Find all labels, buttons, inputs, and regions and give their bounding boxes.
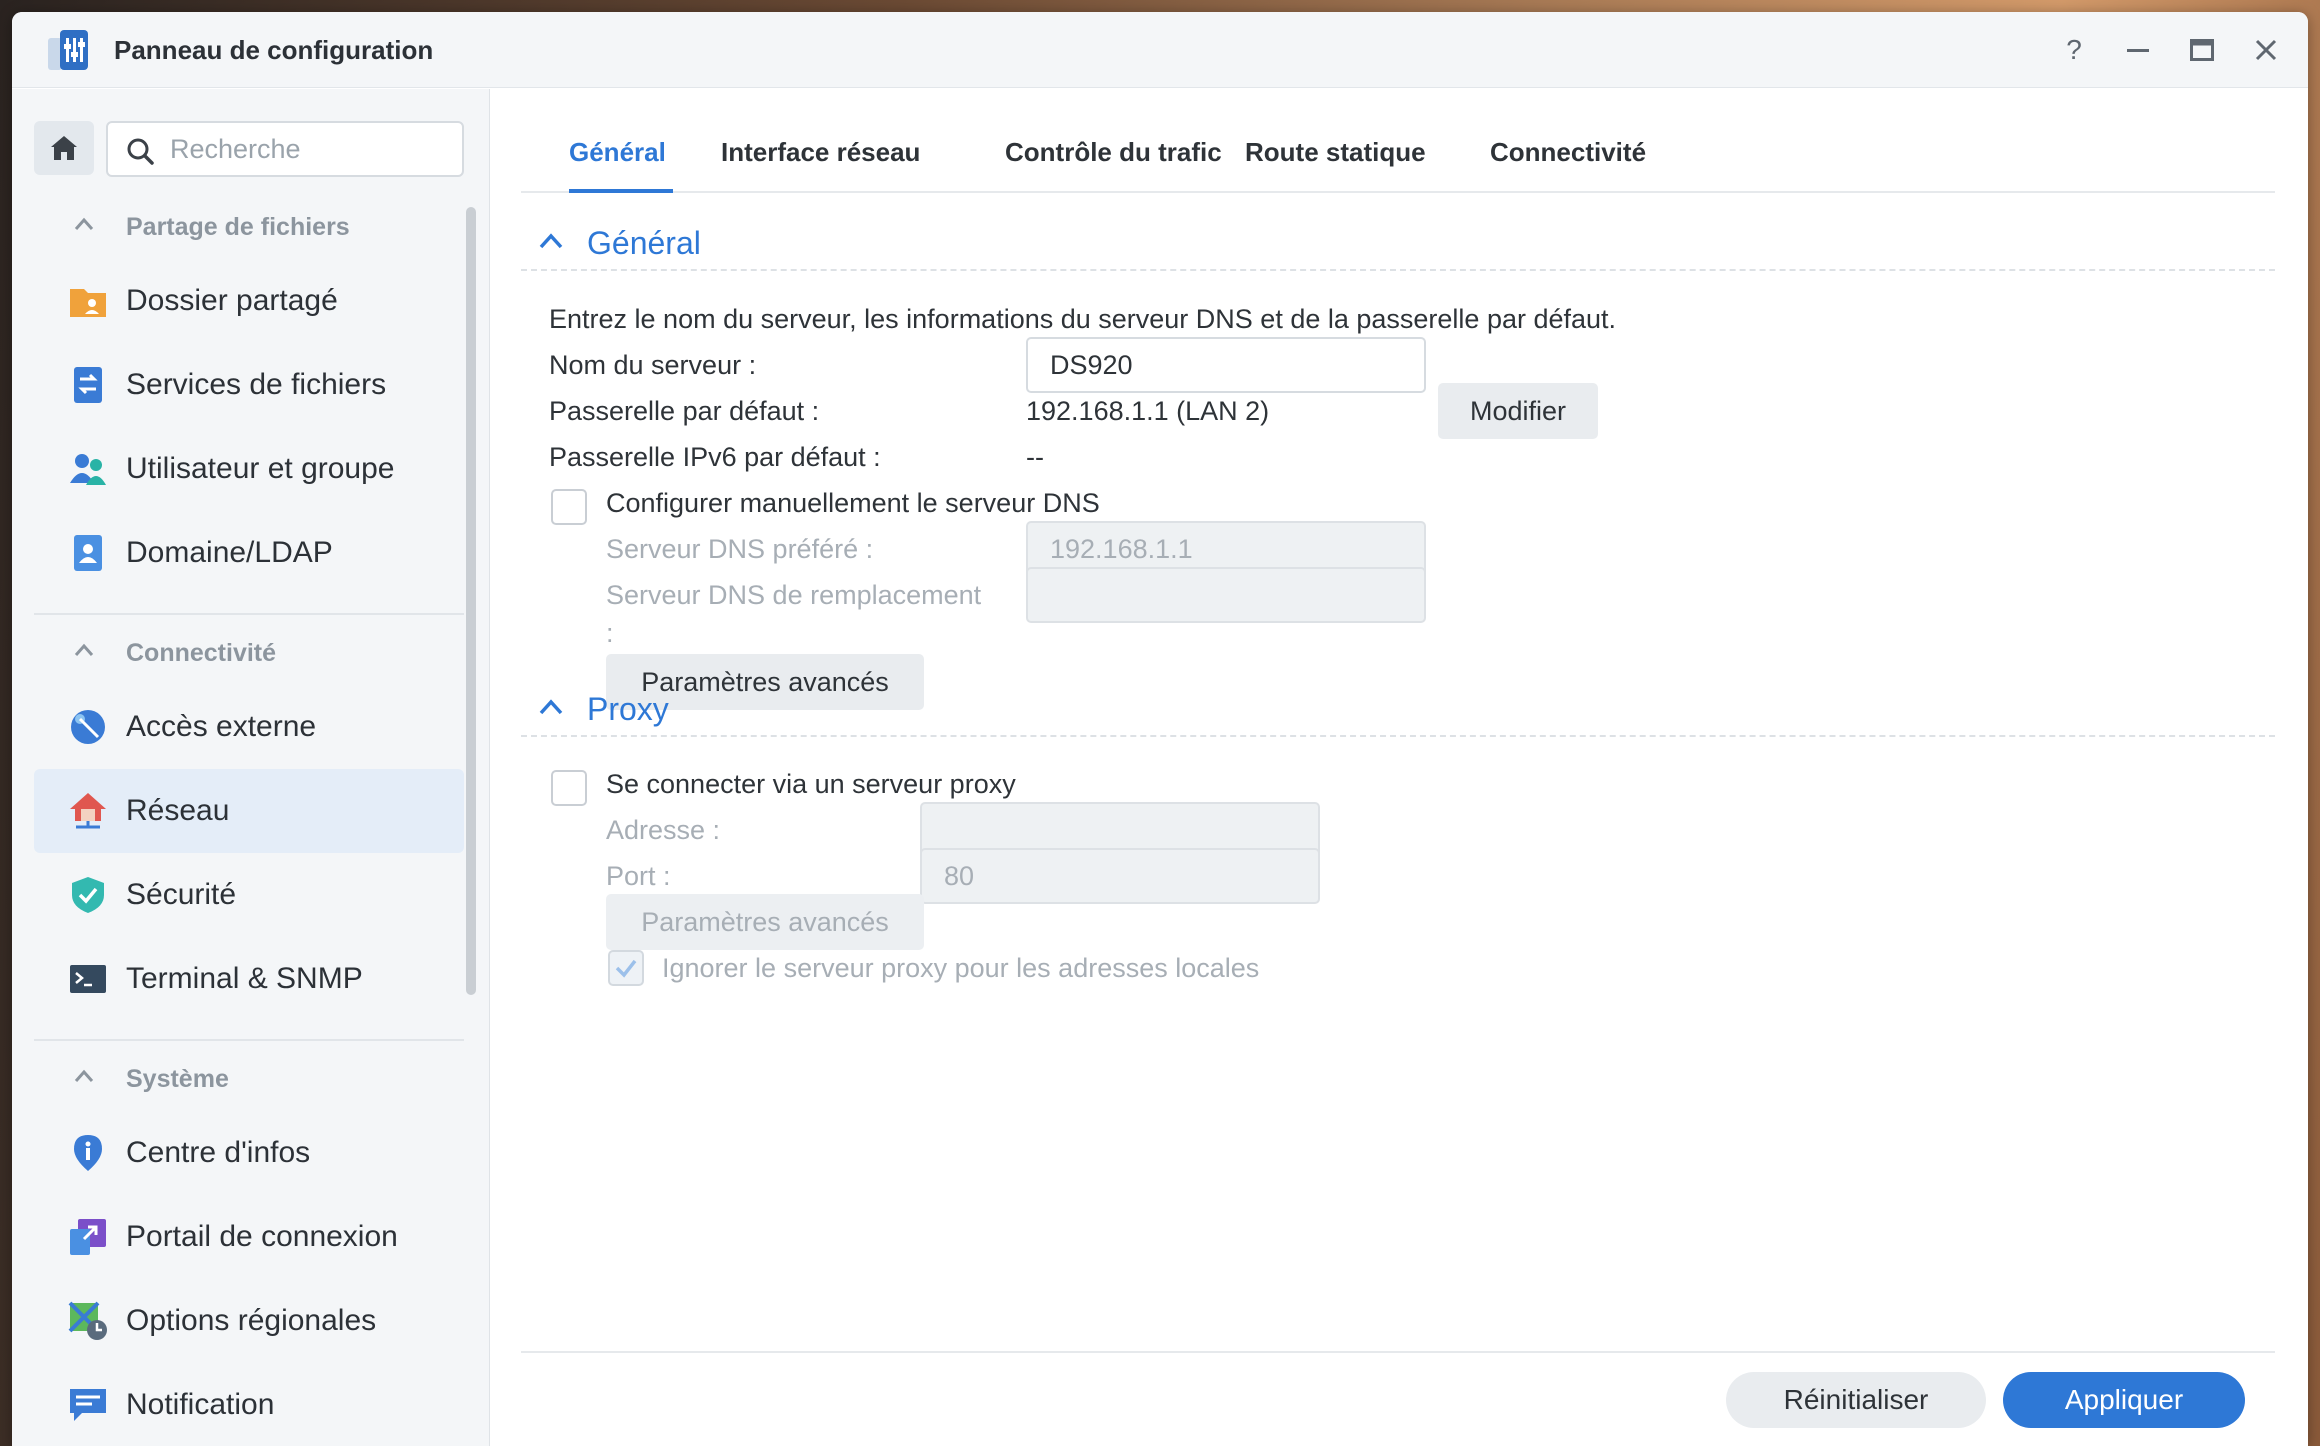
maximize-button[interactable] <box>2180 28 2224 72</box>
sidebar-item-shared-folder[interactable]: Dossier partagé <box>34 259 464 343</box>
alternate-dns-label-colon: : <box>606 618 614 648</box>
manual-dns-checkbox[interactable] <box>551 489 587 525</box>
tab-bar: Général Interface réseau Contrôle du tra… <box>521 89 2275 193</box>
sidebar-divider <box>34 1039 464 1041</box>
default-gateway-value: 192.168.1.1 (LAN 2) <box>1026 396 1270 426</box>
search-box[interactable] <box>106 121 464 177</box>
sidebar-item-info-center[interactable]: Centre d'infos <box>34 1111 464 1195</box>
proxy-port-input[interactable] <box>920 848 1320 904</box>
section-header-file-sharing[interactable]: Partage de fichiers <box>34 207 464 247</box>
server-name-label: Nom du serveur : <box>549 350 757 380</box>
chevron-up-icon <box>74 643 94 656</box>
modify-gateway-button[interactable]: Modifier <box>1438 383 1598 439</box>
file-services-icon <box>74 367 102 403</box>
maximize-icon <box>2190 39 2214 61</box>
sidebar-item-security[interactable]: Sécurité <box>34 853 464 937</box>
info-icon <box>74 1135 102 1171</box>
users-icon <box>70 454 106 485</box>
sidebar-item-users-groups[interactable]: Utilisateur et groupe <box>34 427 464 511</box>
alternate-dns-label: Serveur DNS de remplacement <box>606 580 982 610</box>
sidebar-divider <box>34 613 464 615</box>
chevron-up-icon <box>539 233 563 249</box>
notification-icon <box>70 1389 106 1421</box>
section-header-system[interactable]: Système <box>34 1059 464 1099</box>
proxy-bypass-local-label: Ignorer le serveur proxy pour les adress… <box>662 953 1260 983</box>
proxy-port-label: Port : <box>606 861 671 891</box>
sidebar-item-network[interactable]: Réseau <box>34 769 464 853</box>
sidebar: Partage de fichiers Dossier partagé Serv… <box>12 89 490 1446</box>
ipv6-gateway-label: Passerelle IPv6 par défaut : <box>549 442 881 472</box>
terminal-icon <box>70 965 106 993</box>
alternate-dns-input[interactable] <box>1026 567 1426 623</box>
minimize-button[interactable] <box>2116 28 2160 72</box>
help-button[interactable]: ? <box>2052 28 2096 72</box>
active-tab-indicator <box>569 189 673 193</box>
apply-button[interactable]: Appliquer <box>2003 1372 2245 1428</box>
reset-button[interactable]: Réinitialiser <box>1726 1372 1986 1428</box>
chevron-up-icon <box>74 1069 94 1082</box>
help-icon: ? <box>2066 34 2082 65</box>
control-panel-window: Panneau de configuration ? Recherche Par… <box>12 12 2308 1446</box>
regional-options-icon <box>68 1301 107 1340</box>
close-icon <box>2255 39 2277 61</box>
network-house-icon <box>70 793 106 829</box>
general-description: Entrez le nom du serveur, les informatio… <box>549 304 1617 334</box>
close-button[interactable] <box>2244 28 2288 72</box>
section-divider <box>521 269 2275 271</box>
default-gateway-label: Passerelle par défaut : <box>549 396 820 426</box>
home-icon <box>51 136 77 160</box>
tab-network-interface[interactable]: Interface réseau <box>721 135 920 169</box>
sidebar-item-notification[interactable]: Notification <box>34 1363 464 1446</box>
main-panel: Général Interface réseau Contrôle du tra… <box>491 89 2308 1446</box>
ipv6-gateway-value: -- <box>1026 442 1044 472</box>
proxy-connect-label: Se connecter via un serveur proxy <box>606 769 1016 799</box>
tab-connectivity[interactable]: Connectivité <box>1490 135 1646 169</box>
footer-divider <box>521 1351 2275 1353</box>
sidebar-item-file-services[interactable]: Services de fichiers <box>34 343 464 427</box>
external-access-icon <box>71 710 105 744</box>
section-divider <box>521 735 2275 737</box>
proxy-address-label: Adresse : <box>606 815 721 845</box>
manual-dns-label: Configurer manuellement le serveur DNS <box>606 488 1100 518</box>
checkmark-icon <box>615 959 637 978</box>
section-header-connectivity[interactable]: Connectivité <box>34 633 464 673</box>
shared-folder-icon <box>70 289 106 317</box>
home-button[interactable] <box>34 121 94 175</box>
sidebar-item-external-access[interactable]: Accès externe <box>34 685 464 769</box>
tab-traffic-control[interactable]: Contrôle du trafic <box>1005 135 1222 169</box>
proxy-advanced-settings-button[interactable]: Paramètres avancés <box>606 894 924 950</box>
sidebar-scrollbar[interactable] <box>466 207 476 995</box>
server-name-input[interactable] <box>1026 337 1426 393</box>
domain-icon <box>74 535 102 571</box>
chevron-up-icon <box>539 699 563 715</box>
tab-general[interactable]: Général <box>569 135 666 169</box>
tab-static-route[interactable]: Route statique <box>1245 135 1426 169</box>
shield-icon <box>72 877 104 913</box>
search-input[interactable] <box>170 131 450 167</box>
sidebar-item-login-portal[interactable]: Portail de connexion <box>34 1195 464 1279</box>
preferred-dns-label: Serveur DNS préféré : <box>606 534 874 564</box>
sidebar-item-domain-ldap[interactable]: Domaine/LDAP <box>34 511 464 595</box>
chevron-up-icon <box>74 217 94 230</box>
sidebar-item-terminal-snmp[interactable]: Terminal & SNMP <box>34 937 464 1021</box>
proxy-connect-checkbox[interactable] <box>551 770 587 806</box>
control-panel-app-icon <box>48 30 88 70</box>
proxy-bypass-local-checkbox[interactable] <box>608 950 644 986</box>
search-icon <box>127 138 154 165</box>
minimize-icon <box>2127 49 2149 52</box>
login-portal-icon <box>70 1219 106 1255</box>
window-title: Panneau de configuration <box>114 35 434 65</box>
sidebar-item-regional-options[interactable]: Options régionales <box>34 1279 464 1363</box>
title-bar: Panneau de configuration ? <box>12 12 2308 88</box>
